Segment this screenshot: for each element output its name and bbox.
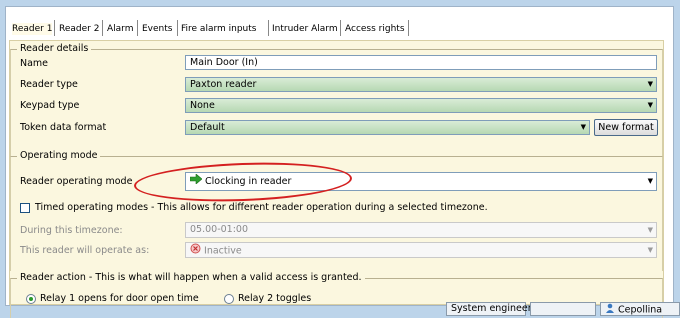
chevron-down-icon: ▼ (647, 80, 653, 88)
keypad-type-value: None (190, 100, 215, 111)
tab-separator (177, 20, 178, 36)
tab-events[interactable]: Events (142, 23, 172, 35)
tab-intruder-alarm[interactable]: Intruder Alarm (272, 23, 338, 35)
tab-separator (408, 20, 409, 36)
relay-1-radio[interactable] (26, 294, 36, 304)
tab-separator (137, 20, 138, 36)
reader-action-legend: Reader action - This is what will happen… (17, 272, 365, 283)
name-input[interactable]: Main Door (In) (185, 55, 657, 70)
relay-2-label: Relay 2 toggles (238, 293, 312, 304)
reader-details-legend: Reader details (17, 43, 92, 54)
status-user-name: Cepollina (618, 304, 663, 316)
tab-separator (54, 20, 55, 36)
will-operate-value: Inactive (204, 245, 242, 257)
inactive-icon (190, 243, 201, 257)
chevron-down-icon: ▼ (580, 123, 586, 131)
token-format-value: Default (190, 122, 225, 133)
tab-strip: Reader 1 Reader 2 Alarm Events Fire alar… (6, 7, 673, 36)
status-empty-pane (530, 302, 596, 316)
tab-access-rights[interactable]: Access rights (345, 23, 405, 35)
timed-modes-label: Timed operating modes - This allows for … (35, 202, 488, 213)
keypad-type-select[interactable]: None ▼ (185, 98, 657, 113)
status-role: System engineer (446, 302, 532, 316)
tab-alarm[interactable]: Alarm (107, 23, 133, 35)
reader-type-label: Reader type (20, 79, 78, 90)
reader-type-select[interactable]: Paxton reader ▼ (185, 77, 657, 92)
tab-separator (102, 20, 103, 36)
chevron-down-icon: ▼ (647, 101, 653, 109)
chevron-down-icon: ▼ (647, 226, 653, 234)
status-user: Cepollina (600, 302, 680, 316)
reader-type-value: Paxton reader (190, 79, 257, 90)
relay-2-radio[interactable] (224, 294, 234, 304)
tab-fire-alarm-inputs[interactable]: Fire alarm inputs (181, 23, 256, 35)
chevron-down-icon: ▼ (647, 177, 653, 185)
token-format-label: Token data format (20, 122, 107, 133)
tab-reader-1[interactable]: Reader 1 (12, 23, 53, 35)
during-timezone-select[interactable]: 05.00-01:00 ▼ (185, 222, 657, 238)
relay-1-label: Relay 1 opens for door open time (40, 293, 199, 304)
operating-mode-legend: Operating mode (17, 150, 101, 161)
chevron-down-icon: ▼ (647, 246, 653, 254)
during-timezone-value: 05.00-01:00 (190, 224, 249, 235)
reader-mode-label: Reader operating mode (20, 176, 133, 187)
name-value: Main Door (In) (190, 57, 258, 68)
tab-reader-2[interactable]: Reader 2 (59, 23, 99, 35)
name-label: Name (20, 58, 49, 69)
during-timezone-label: During this timezone: (20, 225, 123, 236)
status-bar: System engineer Cepollina (446, 302, 680, 316)
timed-modes-checkbox[interactable] (20, 203, 30, 213)
user-icon (605, 303, 615, 317)
keypad-type-label: Keypad type (20, 100, 80, 111)
tab-separator (340, 20, 341, 36)
token-format-select[interactable]: Default ▼ (185, 120, 590, 135)
tab-separator (268, 20, 269, 36)
new-format-button[interactable]: New format (594, 119, 658, 136)
will-operate-label: This reader will operate as: (20, 245, 150, 256)
will-operate-select[interactable]: Inactive ▼ (185, 242, 657, 258)
